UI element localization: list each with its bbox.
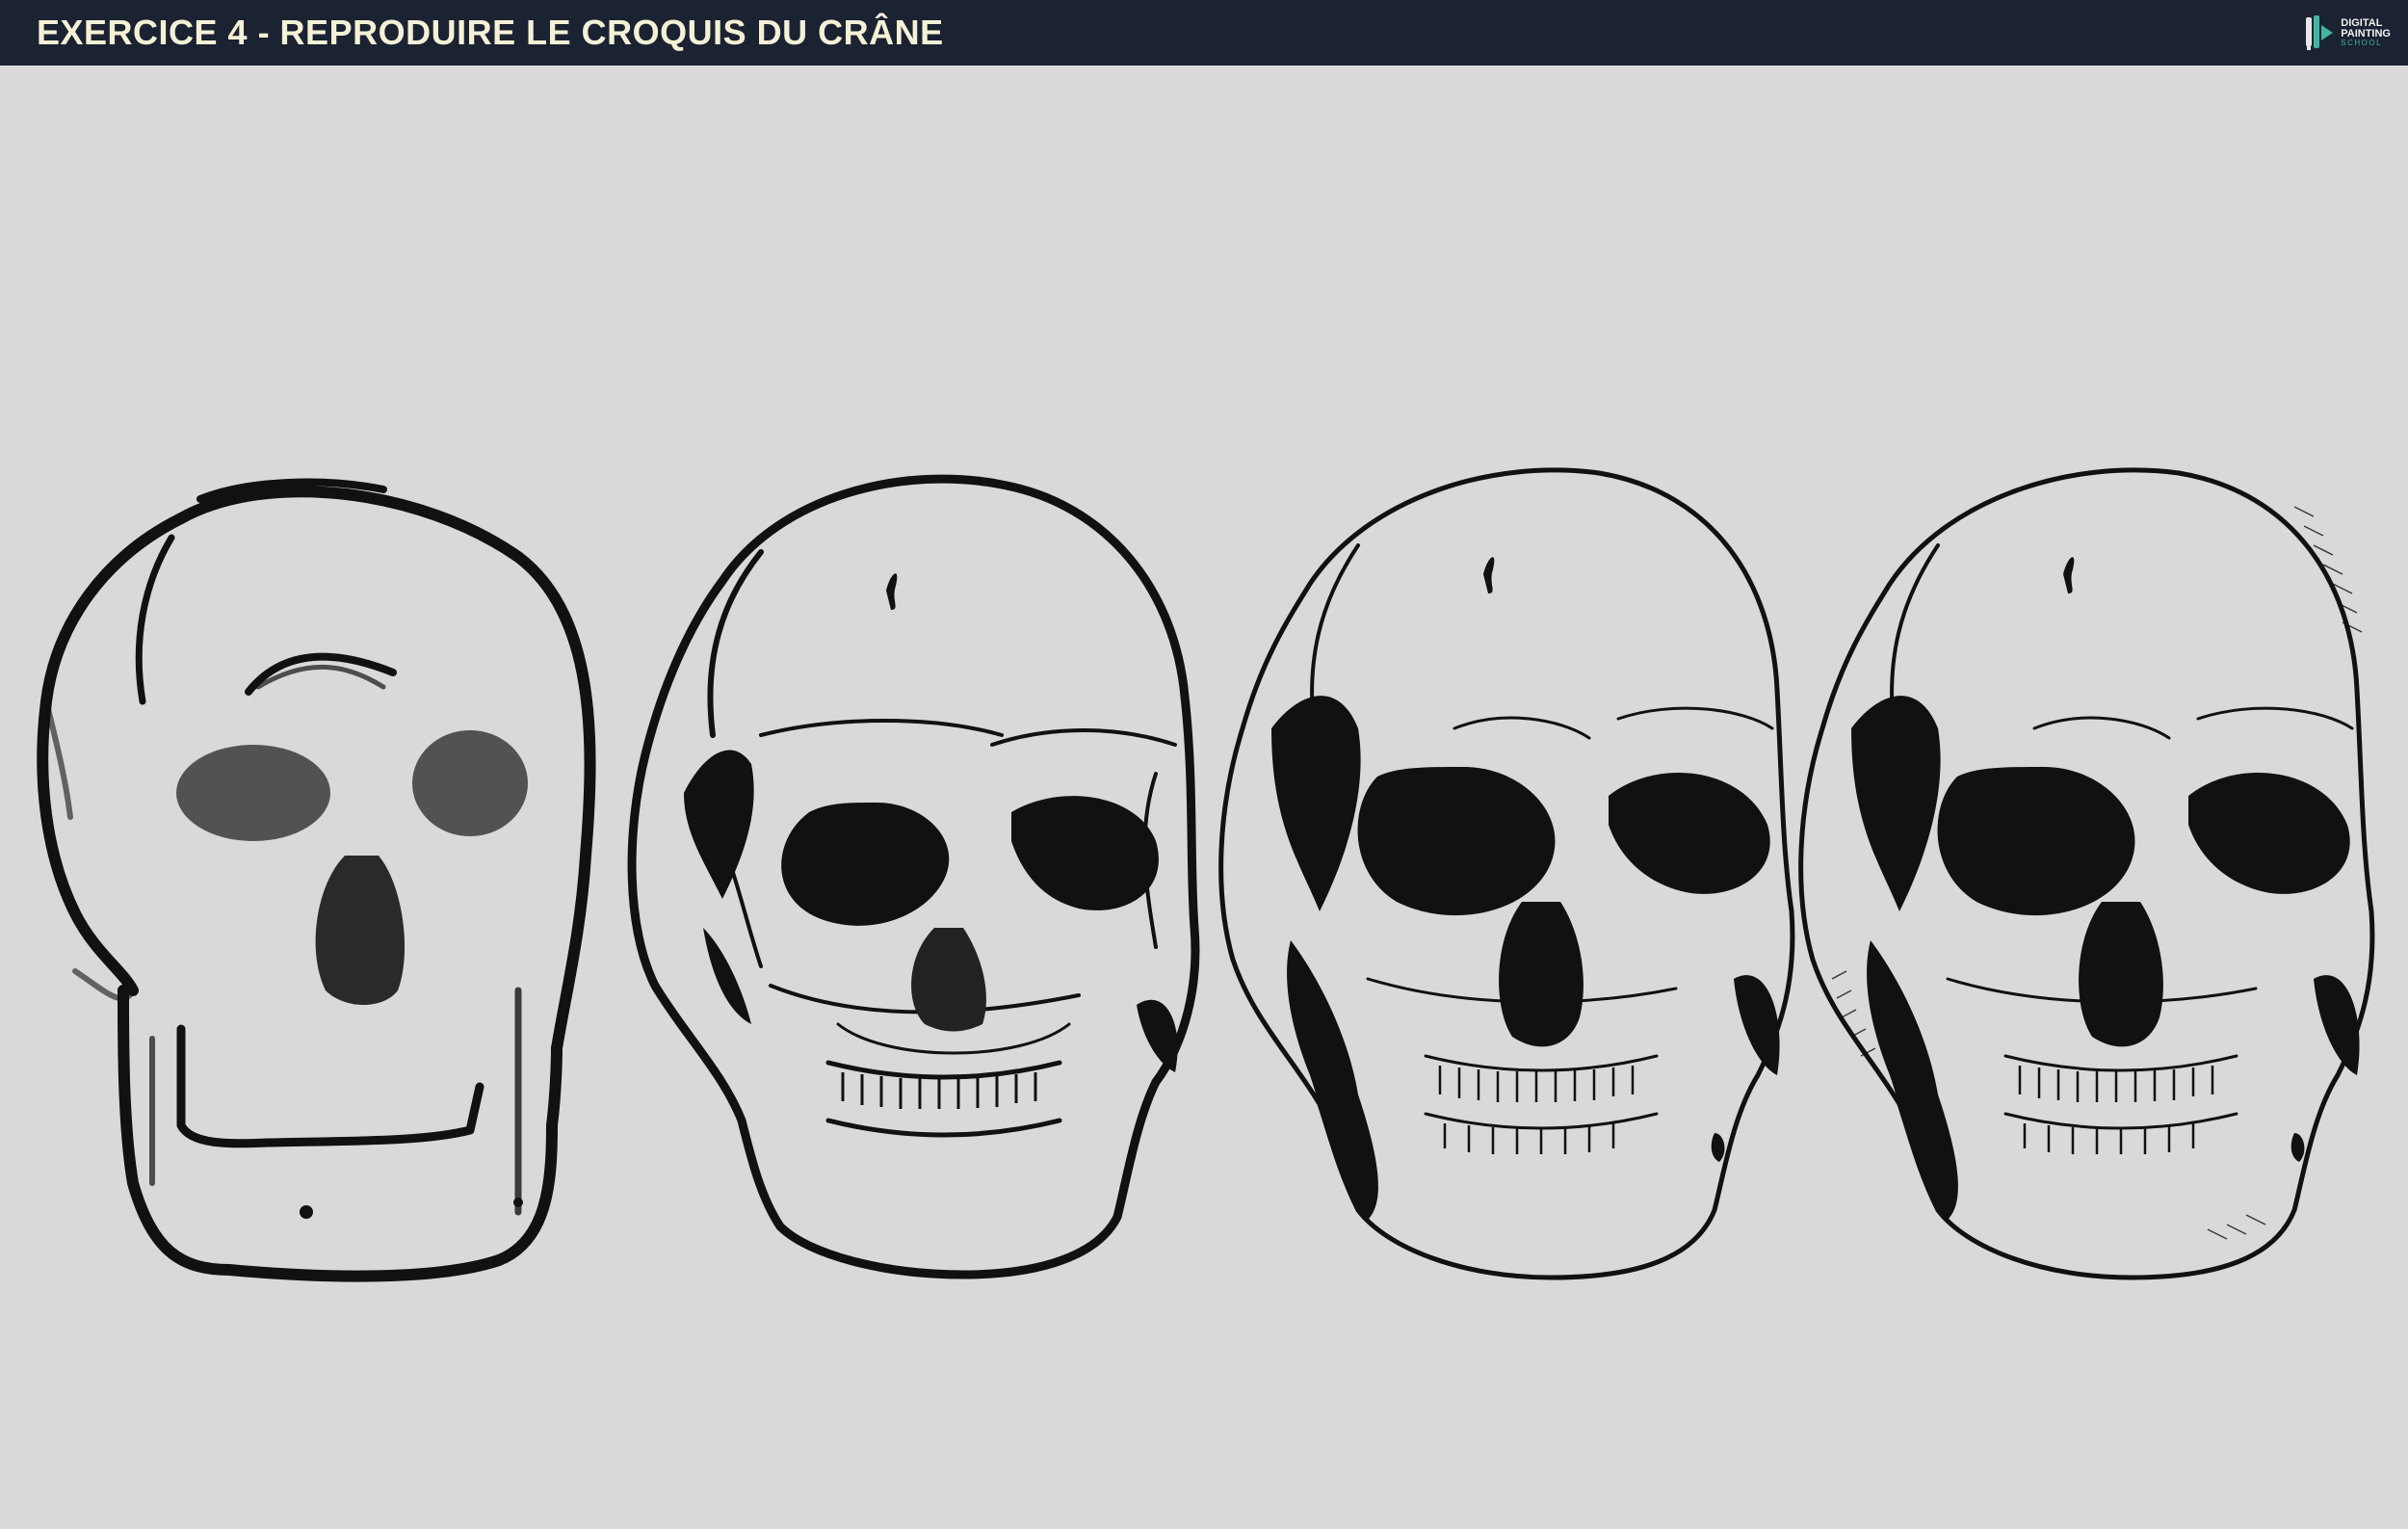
brush-pen-logo-icon	[2306, 15, 2334, 50]
page-title: EXERCICE 4 - REPRODUIRE LE CROQUIS DU CR…	[37, 13, 944, 52]
skull-inked-icon	[1214, 439, 1811, 1306]
skull-line-drawing-art	[627, 474, 1200, 1279]
skull-final-icon	[1793, 439, 2391, 1306]
skull-rough-sketch-art	[37, 478, 596, 1282]
skull-rough-sketch-icon	[17, 451, 615, 1318]
header-bar: EXERCICE 4 - REPRODUIRE LE CROQUIS DU CR…	[0, 0, 2408, 66]
logo-text: DIGITAL PAINTING SCHOOL	[2341, 18, 2391, 47]
skull-inked-art	[1218, 467, 1795, 1280]
skull-line-drawing-icon	[616, 446, 1214, 1313]
school-logo: DIGITAL PAINTING SCHOOL	[2302, 12, 2391, 54]
drawing-canvas	[0, 66, 2408, 1529]
logo-line-3: SCHOOL	[2341, 39, 2383, 47]
skull-final-art	[1798, 467, 2375, 1280]
